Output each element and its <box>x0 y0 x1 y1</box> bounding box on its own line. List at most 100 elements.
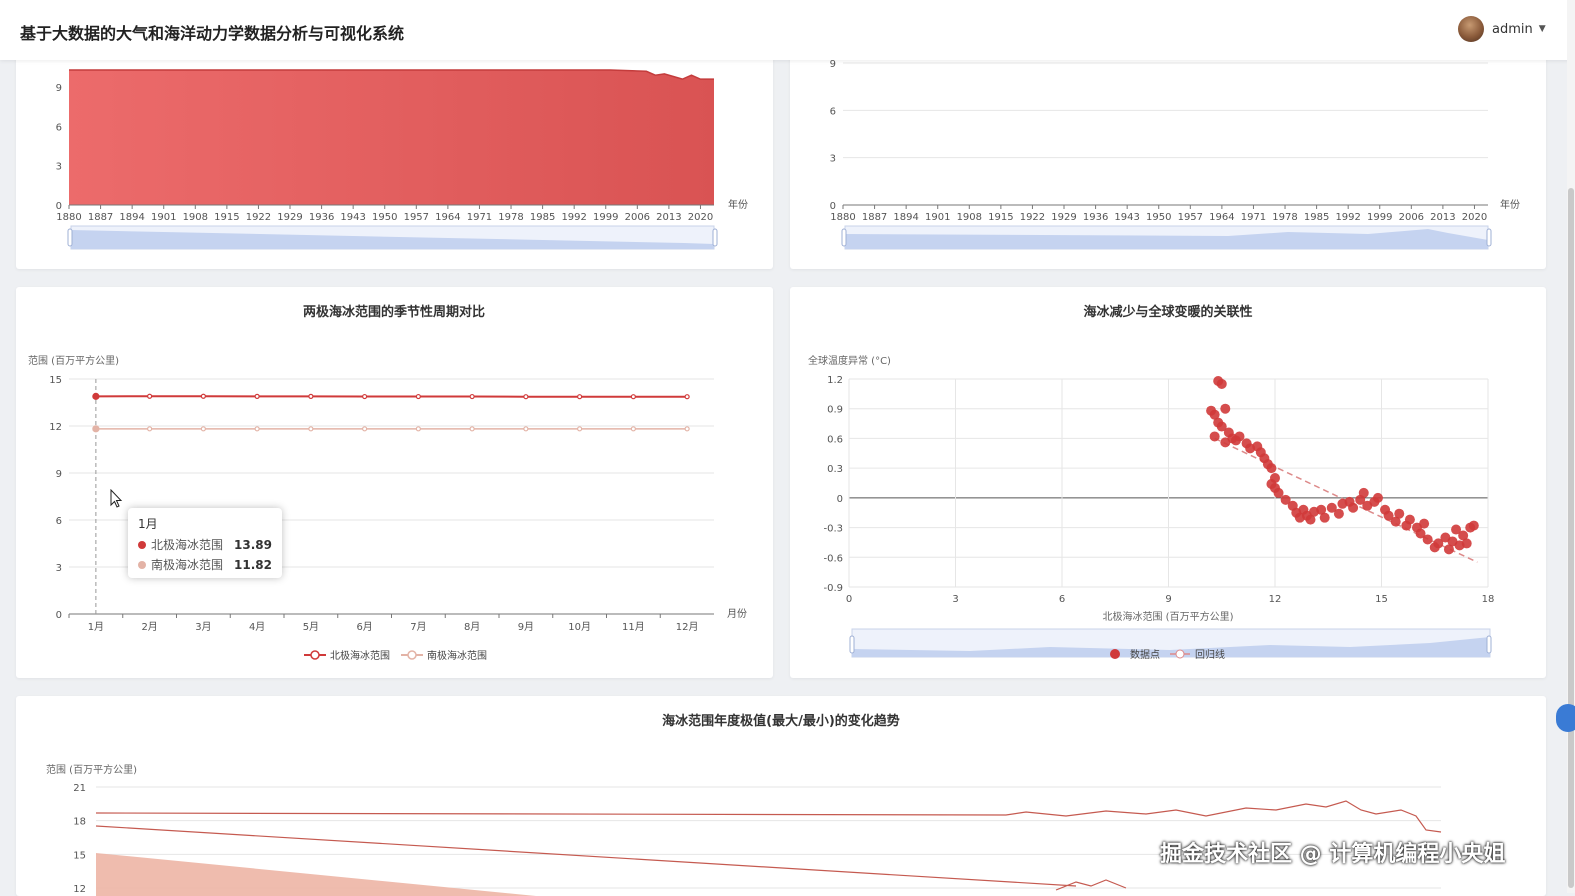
y-tick-label: 0 <box>837 494 843 505</box>
x-tick-label: 1964 <box>1209 212 1234 223</box>
y-tick-label: 0 <box>56 201 62 212</box>
chart-tooltip: 1月 北极海冰范围 13.89 南极海冰范围 11.82 <box>128 508 282 578</box>
seasonal-chart-svg: 两极海冰范围的季节性周期对比范围 (百万平方公里)036912151月2月3月4… <box>16 287 773 678</box>
chart-title: 海冰范围年度极值(最大/最小)的变化趋势 <box>662 713 900 729</box>
series-point <box>470 395 474 399</box>
scatter-point <box>1266 463 1276 473</box>
x-tick-label: 1929 <box>277 212 302 223</box>
zoom-handle-right <box>713 229 717 246</box>
y-tick-label: 3 <box>56 162 62 173</box>
x-tick-label: 1950 <box>372 212 397 223</box>
x-tick-label: 1929 <box>1051 212 1076 223</box>
area-series <box>69 70 714 205</box>
user-menu[interactable]: admin ▼ <box>1458 16 1546 42</box>
y-tick-label: 9 <box>56 83 62 94</box>
y-tick-label: 6 <box>830 106 836 117</box>
series-point <box>148 427 152 431</box>
max-series-line <box>96 801 1441 832</box>
x-tick-label: 1964 <box>435 212 460 223</box>
x-tick-label: 7月 <box>410 621 426 633</box>
scatter-point <box>1217 379 1227 389</box>
tooltip-row-antarctic: 南极海冰范围 11.82 <box>138 556 272 573</box>
x-tick-label: 1894 <box>119 212 144 223</box>
x-tick-label: 1936 <box>309 212 334 223</box>
x-tick-label: 9 <box>1165 594 1171 605</box>
scatter-point <box>1334 509 1344 519</box>
series-point <box>685 427 689 431</box>
scatter-point <box>1469 521 1479 531</box>
legend-dot-icon <box>138 561 146 569</box>
legend-label: 北极海冰范围 <box>330 649 390 662</box>
correlation-chart-svg: 海冰减少与全球变暖的关联性全球温度异常 (°C)-0.9-0.6-0.300.3… <box>790 287 1546 678</box>
series-point <box>363 427 367 431</box>
y-tick-label: 9 <box>56 469 62 480</box>
card-area-chart: 0369188018871894190119081915192219291936… <box>16 40 773 269</box>
scatter-point <box>1220 437 1230 447</box>
y-tick-label: 6 <box>56 516 62 527</box>
mouse-cursor-icon <box>110 489 124 509</box>
x-tick-label: 1992 <box>561 212 586 223</box>
min-area-series <box>96 853 536 896</box>
x-axis-unit: 年份 <box>728 198 748 211</box>
x-tick-label: 3月 <box>195 621 211 633</box>
x-tick-label: 1999 <box>1367 212 1392 223</box>
top-navbar: 基于大数据的大气和海洋动力学数据分析与可视化系统 admin ▼ <box>0 0 1575 60</box>
legend-marker <box>408 651 416 659</box>
x-tick-label: 1901 <box>151 212 176 223</box>
series-point <box>524 395 528 399</box>
chevron-down-icon[interactable]: ▼ <box>1539 24 1546 34</box>
y-tick-label: 21 <box>73 783 86 794</box>
series-point <box>685 395 689 399</box>
x-tick-label: 4月 <box>249 621 265 633</box>
y-tick-label: 1.2 <box>827 375 843 386</box>
scatter-point <box>1348 503 1358 513</box>
app-title: 基于大数据的大气和海洋动力学数据分析与可视化系统 <box>20 20 404 44</box>
x-tick-label: 1908 <box>957 212 982 223</box>
x-tick-label: 2013 <box>656 212 681 223</box>
x-tick-label: 1887 <box>862 212 887 223</box>
series-point <box>201 394 205 398</box>
x-tick-label: 2013 <box>1430 212 1455 223</box>
x-tick-label: 2006 <box>625 212 650 223</box>
username[interactable]: admin <box>1492 22 1533 37</box>
x-tick-label: 1943 <box>1114 212 1139 223</box>
area-chart-svg: 0369188018871894190119081915192219291936… <box>16 40 773 269</box>
x-tick-label: 2006 <box>1399 212 1424 223</box>
scatter-point <box>1266 479 1276 489</box>
legend-label: 回归线 <box>1195 648 1225 661</box>
series-point <box>148 394 152 398</box>
card-correlation-chart: 海冰减少与全球变暖的关联性全球温度异常 (°C)-0.9-0.6-0.300.3… <box>790 287 1546 678</box>
y-axis-label: 范围 (百万平方公里) <box>28 354 119 367</box>
watermark-text: 掘金技术社区 @ 计算机编程小央姐 <box>1160 836 1505 868</box>
series-point <box>255 394 259 398</box>
y-tick-label: 0.9 <box>827 405 843 416</box>
series-point <box>470 427 474 431</box>
x-axis-unit: 年份 <box>1500 198 1520 211</box>
y-tick-label: 9 <box>830 59 836 70</box>
series-point <box>631 395 635 399</box>
scatter-point <box>1423 534 1433 544</box>
side-panel-toggle[interactable] <box>1556 704 1575 732</box>
x-tick-label: 1985 <box>530 212 555 223</box>
legend-label: 数据点 <box>1130 648 1160 661</box>
series-point <box>416 395 420 399</box>
scatter-point <box>1419 519 1429 529</box>
series-point <box>631 427 635 431</box>
x-tick-label: 1908 <box>183 212 208 223</box>
x-tick-label: 3 <box>952 594 958 605</box>
x-tick-label: 1957 <box>1178 212 1203 223</box>
tooltip-series-value: 13.89 <box>234 538 272 552</box>
y-tick-label: 0 <box>830 201 836 212</box>
x-tick-label: 0 <box>846 594 852 605</box>
x-tick-label: 1957 <box>404 212 429 223</box>
x-tick-label: 2020 <box>688 212 713 223</box>
legend-marker <box>1110 649 1120 659</box>
x-tick-label: 1992 <box>1335 212 1360 223</box>
x-tick-label: 1999 <box>593 212 618 223</box>
avatar[interactable] <box>1458 16 1484 42</box>
scrollbar-thumb[interactable] <box>1568 188 1574 888</box>
x-tick-label: 6月 <box>356 621 372 633</box>
series-point <box>93 426 99 432</box>
x-tick-label: 1915 <box>214 212 239 223</box>
x-tick-label: 18 <box>1482 594 1495 605</box>
